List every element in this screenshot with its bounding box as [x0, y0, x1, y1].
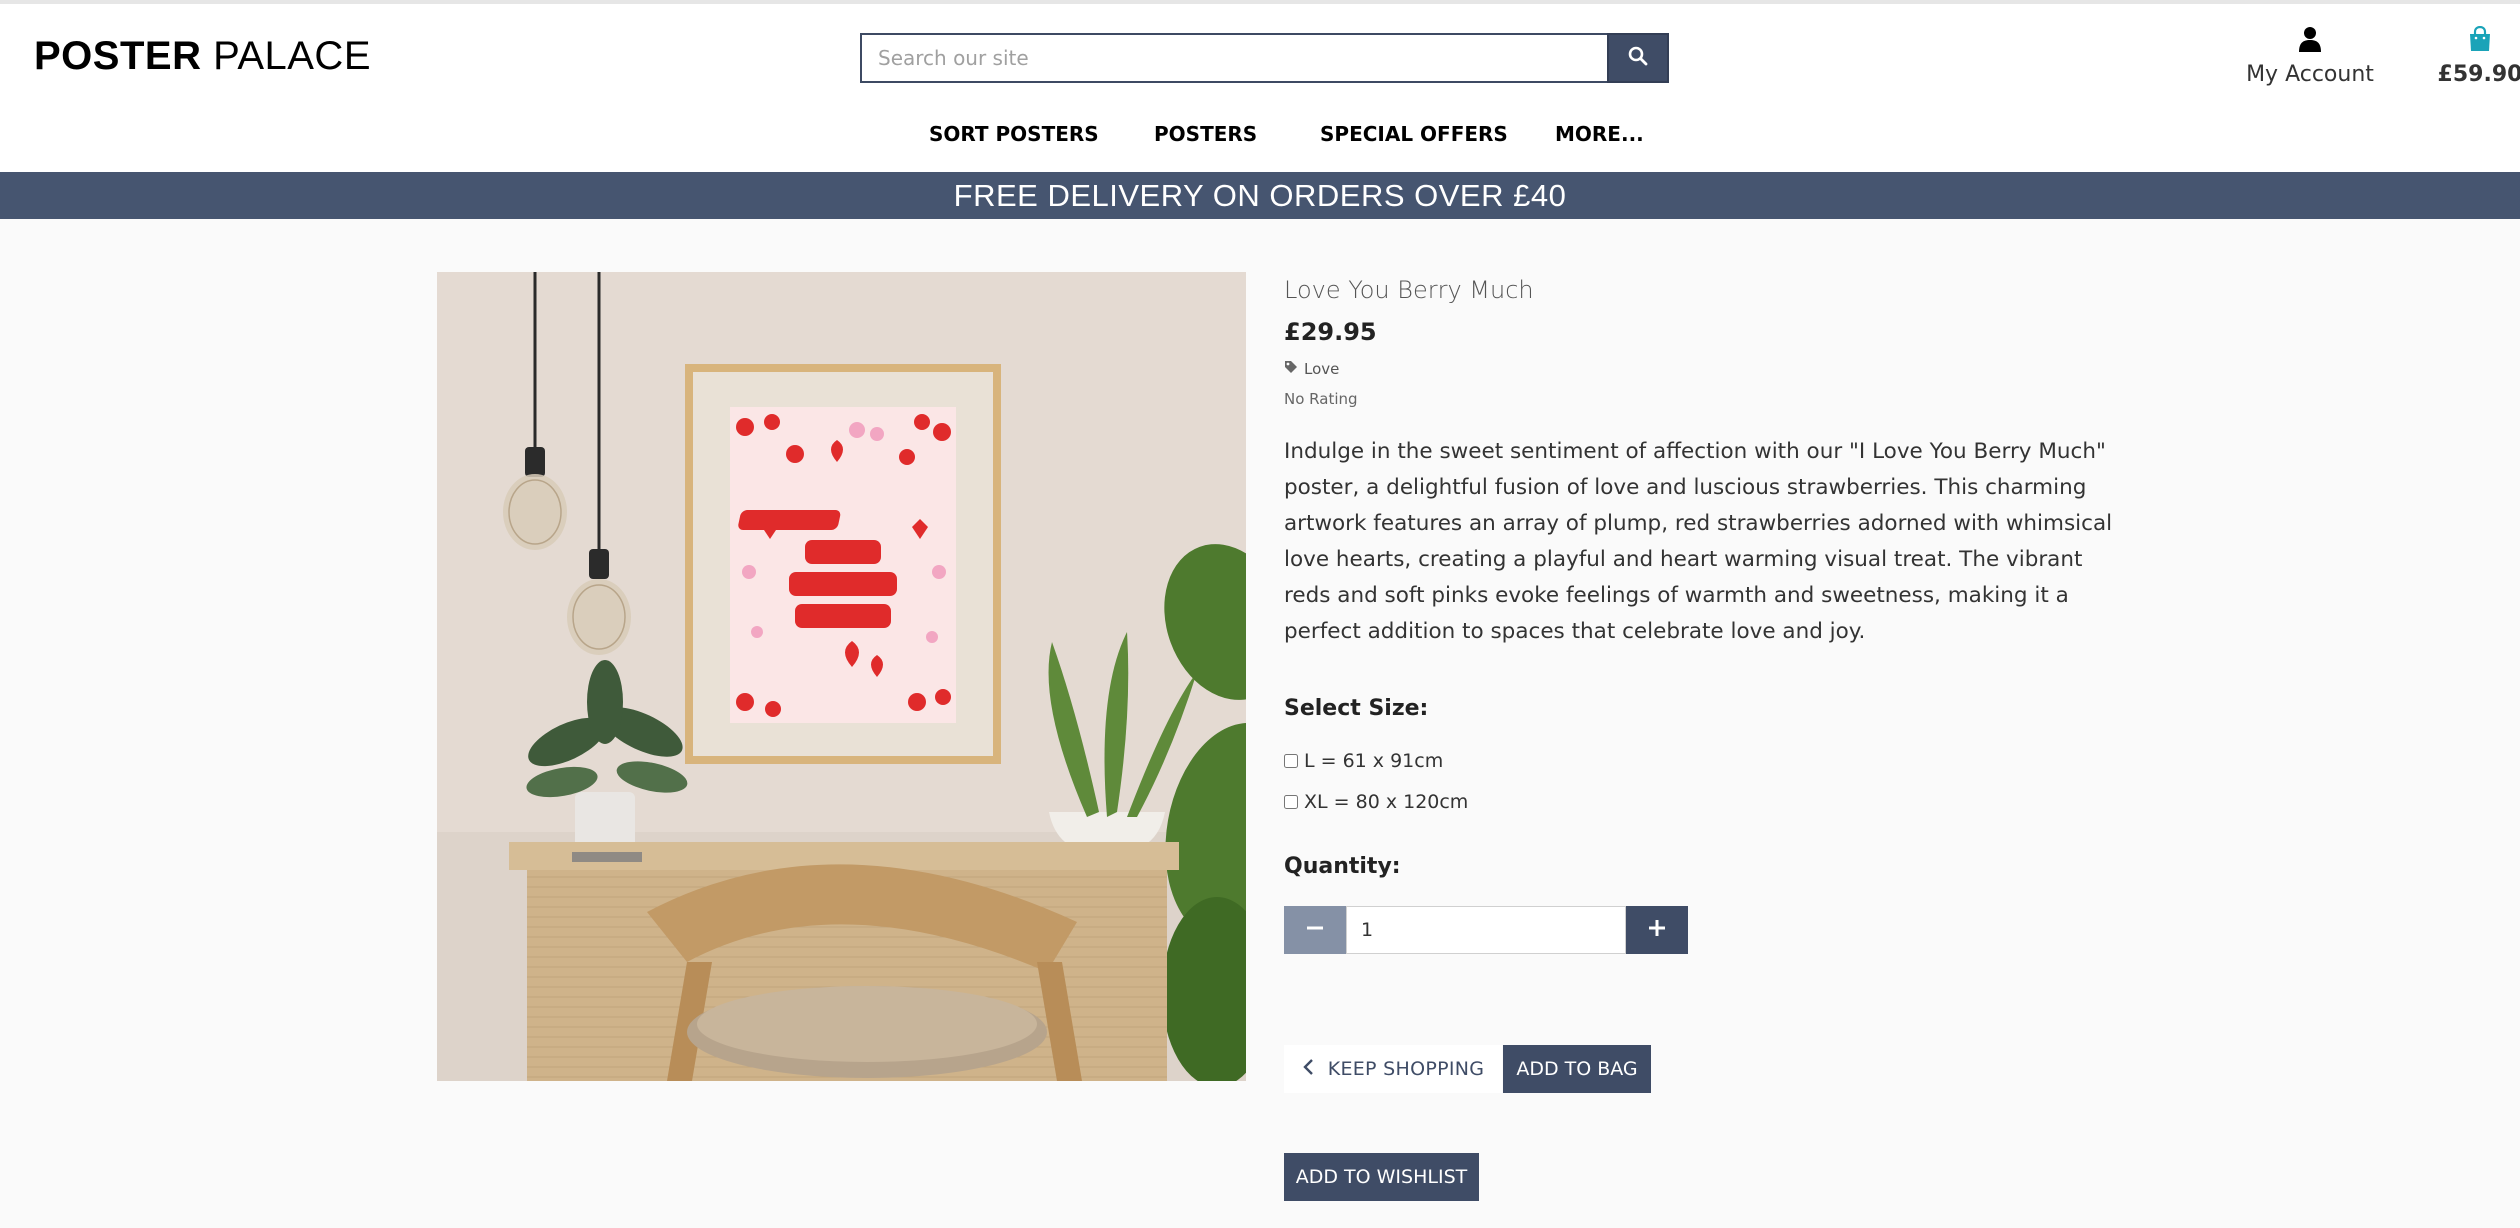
bag-total: £59.90	[2437, 62, 2520, 87]
size-xl-label: XL = 80 x 120cm	[1304, 791, 1469, 813]
quantity-decrease-button[interactable]	[1284, 906, 1346, 954]
keep-shopping-label: KEEP SHOPPING	[1327, 1058, 1485, 1080]
keep-shopping-button[interactable]: KEEP SHOPPING	[1284, 1045, 1502, 1093]
product-rating: No Rating	[1284, 390, 1358, 408]
chevron-left-icon	[1302, 1058, 1314, 1081]
quantity-stepper	[1284, 906, 1688, 954]
minus-icon	[1306, 919, 1324, 941]
delivery-banner-text: FREE DELIVERY ON ORDERS OVER £40	[953, 177, 1567, 213]
nav-more[interactable]: MORE...	[1555, 122, 1644, 146]
nav-sort-posters[interactable]: SORT POSTERS	[929, 122, 1099, 146]
size-l-checkbox[interactable]	[1284, 754, 1298, 768]
site-logo[interactable]: POSTER PALACE	[34, 34, 371, 79]
site-header: POSTER PALACE My Account	[0, 4, 2520, 172]
size-option-xl[interactable]: XL = 80 x 120cm	[1284, 791, 1468, 813]
quantity-increase-button[interactable]	[1626, 906, 1688, 954]
my-account-link[interactable]: My Account	[2240, 26, 2380, 87]
add-to-bag-button[interactable]: ADD TO BAG	[1503, 1045, 1651, 1093]
my-account-label: My Account	[2246, 62, 2374, 87]
user-icon	[2298, 27, 2322, 56]
quantity-heading: Quantity:	[1284, 854, 1401, 879]
product-name: Love You Berry Much	[1284, 276, 1534, 304]
delivery-banner: FREE DELIVERY ON ORDERS OVER £40	[0, 172, 2520, 219]
plus-icon	[1648, 919, 1666, 941]
size-option-l[interactable]: L = 61 x 91cm	[1284, 750, 1443, 772]
size-xl-checkbox[interactable]	[1284, 795, 1298, 809]
add-to-bag-label: ADD TO BAG	[1516, 1058, 1638, 1080]
product-category-label: Love	[1304, 360, 1340, 378]
main-navigation: SORT POSTERS POSTERS SPECIAL OFFERS MORE…	[0, 122, 2520, 162]
product-photo	[437, 272, 1246, 1081]
product-price: £29.95	[1284, 318, 1377, 346]
size-l-label: L = 61 x 91cm	[1304, 750, 1444, 772]
shopping-bag-link[interactable]: £59.90	[2418, 25, 2520, 87]
quantity-input[interactable]	[1346, 906, 1626, 954]
search-icon	[1628, 46, 1648, 70]
product-image[interactable]	[437, 272, 1246, 1081]
select-size-heading: Select Size:	[1284, 696, 1429, 721]
product-category-link[interactable]: Love	[1284, 360, 1339, 378]
search-input[interactable]	[860, 33, 1607, 83]
nav-posters[interactable]: POSTERS	[1154, 122, 1257, 146]
logo-light-text: PALACE	[213, 34, 371, 78]
search-button[interactable]	[1607, 33, 1669, 83]
search-form	[860, 33, 1669, 83]
logo-bold-text: POSTER	[34, 34, 202, 78]
add-to-wishlist-label: ADD TO WISHLIST	[1295, 1166, 1468, 1188]
nav-special-offers[interactable]: SPECIAL OFFERS	[1320, 122, 1508, 146]
add-to-wishlist-button[interactable]: ADD TO WISHLIST	[1284, 1153, 1479, 1201]
shopping-bag-icon	[2468, 25, 2492, 56]
product-description: Indulge in the sweet sentiment of affect…	[1284, 439, 2113, 644]
tag-icon	[1284, 360, 1298, 378]
